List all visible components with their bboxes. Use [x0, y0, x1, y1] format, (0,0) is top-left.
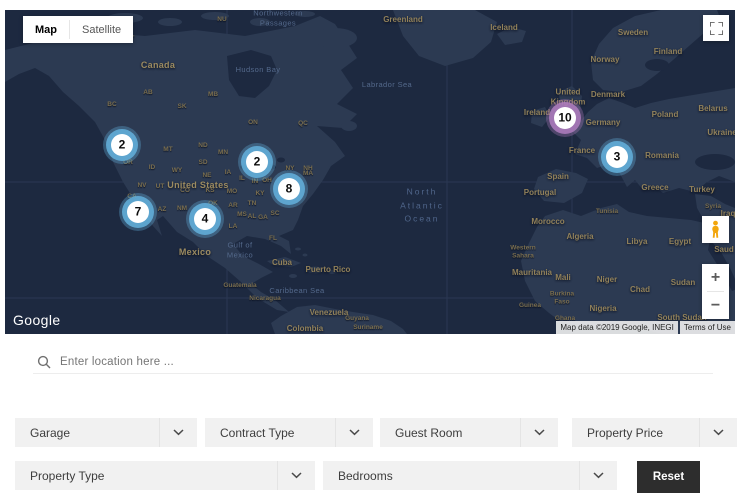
map-clusters-layer: 2 2 8 7 4 10 3	[5, 10, 735, 334]
pegman-button[interactable]	[702, 216, 729, 243]
cluster-count: 2	[254, 155, 261, 169]
bedrooms-filter-dropdown[interactable]: Bedrooms	[323, 461, 617, 490]
cluster-count: 4	[202, 212, 209, 226]
zoom-control: + −	[702, 264, 729, 319]
chevron-down-icon	[335, 418, 373, 447]
reset-filters-button[interactable]: Reset	[637, 461, 700, 493]
cluster-count: 3	[614, 150, 621, 164]
chevron-down-icon	[277, 461, 315, 490]
satellite-view-button[interactable]: Satellite	[70, 16, 133, 43]
location-search	[33, 350, 713, 374]
dropdown-label: Property Price	[587, 426, 663, 440]
cluster-count: 7	[135, 205, 142, 219]
search-input[interactable]	[60, 356, 713, 368]
chevron-down-icon	[699, 418, 737, 447]
map-data-attribution: Map data ©2019 Google, INEGI	[556, 321, 678, 334]
property-map-page: CanadaUnited StatesMexicoGreenlandIcelan…	[0, 0, 740, 503]
chevron-down-icon	[520, 418, 558, 447]
map-cluster-7[interactable]: 7	[127, 201, 149, 223]
garage-filter-dropdown[interactable]: Garage	[15, 418, 197, 447]
contract-type-filter-dropdown[interactable]: Contract Type	[205, 418, 373, 447]
fullscreen-button[interactable]	[703, 15, 729, 41]
cluster-count: 10	[558, 111, 571, 125]
map-cluster-3[interactable]: 3	[606, 146, 628, 168]
dropdown-label: Garage	[30, 426, 70, 440]
chevron-down-icon	[579, 461, 617, 490]
property-price-filter-dropdown[interactable]: Property Price	[572, 418, 737, 447]
chevron-down-icon	[159, 418, 197, 447]
dropdown-label: Property Type	[30, 469, 104, 483]
map-view-button[interactable]: Map	[23, 16, 69, 43]
map-cluster-2[interactable]: 2	[111, 134, 133, 156]
pegman-icon	[710, 220, 721, 239]
map[interactable]: CanadaUnited StatesMexicoGreenlandIcelan…	[5, 10, 735, 334]
map-cluster-2[interactable]: 2	[246, 151, 268, 173]
map-type-control: Map Satellite	[23, 16, 133, 43]
google-logo[interactable]: Google	[13, 312, 61, 328]
search-icon	[37, 355, 51, 369]
fullscreen-icon	[710, 22, 723, 35]
cluster-count: 2	[119, 138, 126, 152]
dropdown-label: Bedrooms	[338, 469, 393, 483]
map-cluster-10[interactable]: 10	[554, 107, 576, 129]
dropdown-label: Contract Type	[220, 426, 294, 440]
map-cluster-4[interactable]: 4	[194, 208, 216, 230]
terms-of-use-link[interactable]: Terms of Use	[680, 321, 735, 334]
zoom-in-button[interactable]: +	[702, 264, 729, 291]
map-attribution: Map data ©2019 Google, INEGI Terms of Us…	[556, 321, 735, 334]
map-cluster-8[interactable]: 8	[278, 178, 300, 200]
property-type-filter-dropdown[interactable]: Property Type	[15, 461, 315, 490]
dropdown-label: Guest Room	[395, 426, 462, 440]
guest-room-filter-dropdown[interactable]: Guest Room	[380, 418, 558, 447]
cluster-count: 8	[286, 182, 293, 196]
zoom-out-button[interactable]: −	[702, 292, 729, 319]
